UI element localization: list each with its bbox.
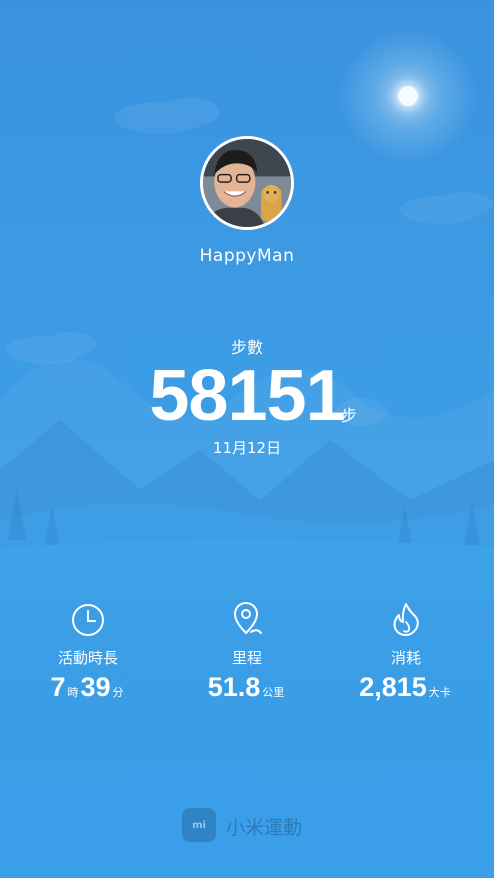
- steps-count: 58151: [149, 356, 345, 436]
- clock-icon: [72, 604, 104, 636]
- app-brand: mi 小米運動: [182, 808, 332, 844]
- stat-value-line: 51.8 公里: [167, 672, 327, 703]
- stat-minutes-unit: 分: [112, 686, 124, 699]
- steps-unit: 步: [341, 406, 358, 425]
- stat-value-line: 7 時39 分: [8, 672, 168, 703]
- stat-calories-value: 2,815: [359, 672, 427, 702]
- avatar-photo: [203, 139, 291, 227]
- stat-label: 里程: [231, 649, 262, 667]
- mi-logo-icon: mi: [182, 808, 216, 842]
- stat-value-line: 2,815 大卡: [326, 672, 486, 703]
- steps-date: 11月12日: [212, 439, 282, 457]
- steps-count-row[interactable]: 58151: [0, 352, 494, 440]
- stat-calories-unit: 大卡: [428, 686, 451, 699]
- location-pin-icon: [234, 602, 262, 634]
- stat-label: 消耗: [390, 649, 421, 667]
- stat-hours-unit: 時: [67, 686, 79, 699]
- stat-label: 活動時長: [57, 649, 118, 667]
- flame-icon: [393, 603, 419, 636]
- stat-calories[interactable]: 消耗 2,815 大卡: [326, 600, 486, 703]
- stat-active-time[interactable]: 活動時長 7 時39 分: [8, 600, 168, 703]
- stat-distance-unit: 公里: [262, 686, 285, 699]
- app-screen: HappyMan 步數 58151 步 11月12日 活動時長 7 時39 分 里程…: [0, 0, 494, 878]
- avatar[interactable]: [200, 136, 294, 230]
- stat-hours: 7: [50, 672, 66, 702]
- stat-distance[interactable]: 里程 51.8 公里: [167, 600, 327, 703]
- brand-name: 小米運動: [226, 817, 303, 839]
- stat-minutes: 39: [80, 672, 111, 702]
- sun: [398, 86, 418, 106]
- username: HappyMan: [199, 246, 295, 266]
- stat-distance-value: 51.8: [207, 672, 261, 702]
- brand-logo-text: mi: [192, 819, 206, 831]
